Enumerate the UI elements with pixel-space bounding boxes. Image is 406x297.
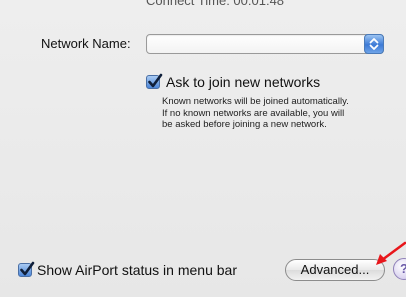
hint-line: Known networks will be joined automatica… xyxy=(162,96,349,107)
show-status-row[interactable]: Show AirPort status in menu bar xyxy=(18,261,237,278)
hint-line: be asked before joining a new network. xyxy=(162,119,327,130)
show-status-checkbox[interactable] xyxy=(18,261,35,277)
advanced-button[interactable]: Advanced... xyxy=(285,259,385,281)
airport-preferences-panel: Connect Time: 00:01:48 Network Name: Ask… xyxy=(0,0,406,297)
show-status-label[interactable]: Show AirPort status in menu bar xyxy=(37,262,237,278)
hint-line: If no known networks are available, you … xyxy=(162,107,345,119)
network-name-label: Network Name: xyxy=(41,36,131,51)
ask-to-join-row[interactable]: Ask to join new networks xyxy=(146,73,320,90)
connect-time-text: Connect Time: 00:01:48 xyxy=(146,0,285,8)
ask-to-join-label[interactable]: Ask to join new networks xyxy=(166,74,320,90)
up-down-chevron-icon[interactable] xyxy=(364,34,384,54)
ask-to-join-checkbox[interactable] xyxy=(146,73,163,89)
network-name-popup[interactable] xyxy=(146,34,384,54)
help-button[interactable]: ? xyxy=(393,258,406,280)
checkmark-icon xyxy=(148,73,163,88)
ask-to-join-hint: Known networks will be joined automatica… xyxy=(162,96,402,131)
checkmark-icon xyxy=(20,261,35,276)
